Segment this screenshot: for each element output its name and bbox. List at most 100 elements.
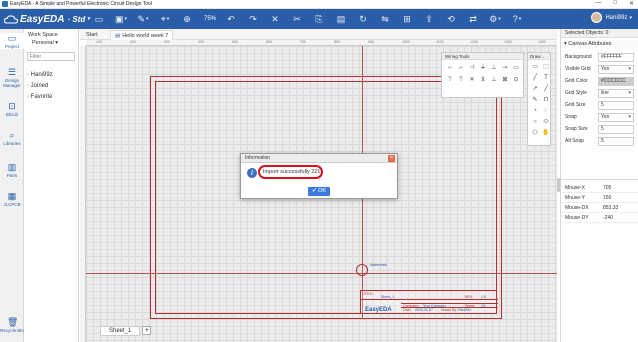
ruler-tick-label: 200 [130,40,136,44]
share-icon[interactable]: ⇄ [466,12,480,26]
wiring-tool-icon[interactable]: ⊥ [489,63,499,74]
ruler-tick-label: 400 [198,40,204,44]
wiring-tool-icon[interactable]: ⌐ [456,63,466,74]
drawing-tool-icon[interactable]: T [541,73,551,83]
settings-icon[interactable]: ⚙ ▾ [488,12,502,26]
property-select[interactable]: line [598,89,634,98]
wiring-tool-icon[interactable]: ⌐ [445,63,455,74]
delete-icon[interactable]: ✕ [268,12,282,26]
drawing-tool-icon[interactable]: ╱ [541,84,551,94]
mouse-readout-value: 150 [603,195,612,201]
rail-item-jlcpcb[interactable]: ▦ JLCPCB [0,191,24,207]
mouse-readout-label: Mouse-Y [565,195,586,201]
wiring-tool-icon[interactable]: ✕ [467,75,477,86]
redo-icon[interactable]: ↷ [246,12,260,26]
list-item[interactable]: › Favorite [27,94,53,100]
copy-icon[interactable]: ⎘ [312,12,326,26]
rail-item-project[interactable]: ▭ Project [0,33,24,49]
export-icon[interactable]: ⇪ [422,12,436,26]
sheet-tab[interactable]: Sheet_1 [100,325,141,336]
property-select[interactable]: Yes [598,65,634,74]
rail-item-libraries[interactable]: ⌕ Libraries [0,130,24,146]
drawing-tool-icon[interactable]: ◔ [530,106,540,116]
wiring-tool-icon[interactable]: ⊠ [500,75,510,86]
drawing-tool-icon[interactable]: ⬚ [541,62,551,72]
dialog-title: Information [245,155,271,161]
bom-icon[interactable]: ⊞ [400,12,414,26]
section-title: Canvas Attributes [568,41,612,47]
help-icon[interactable]: ? ▾ [510,12,524,26]
canvas-attributes-section[interactable]: ▾ Canvas Attributes [561,40,638,48]
property-row: Grid Color #CCCCCC [561,76,638,87]
folder-icon: ▭ [7,33,17,43]
rotate-icon[interactable]: ↻ [356,12,370,26]
location-icon[interactable]: ⌖ ▾ [158,12,172,26]
drawing-tool-icon[interactable]: ○ [530,117,540,127]
rail-item-parts[interactable]: ▥ Parts [0,162,24,178]
zoom-icon[interactable]: ⊕ [180,12,194,26]
pencil-icon[interactable]: ✎ ▾ [136,12,150,26]
drawing-tool-icon[interactable]: ✋ [541,128,551,138]
drawing-tool-icon[interactable]: ⬭ [541,117,551,127]
wiring-tool-icon[interactable]: ⏚ [478,63,488,74]
brand-logo[interactable]: EasyEDA · Std ▾ [4,14,90,25]
property-select[interactable]: Yes [598,113,634,122]
info-icon: i [247,168,257,178]
wiring-tool-icon[interactable]: ⊤ [445,75,455,86]
drawing-tool-icon[interactable]: ⬡ [530,128,540,138]
drawing-tool-icon[interactable]: ⊓ [541,95,551,105]
close-window-button[interactable]: ✕ [629,0,634,7]
ruler-tick-label: 700 [300,40,306,44]
filter-input[interactable] [27,52,75,61]
paste-icon[interactable]: ▤ [334,12,348,26]
date-label: Date: [403,308,412,312]
wiring-tool-icon[interactable]: ⊣ [467,63,477,74]
ok-button[interactable]: ✔ OK [308,187,330,196]
property-input[interactable]: #FFFFFF [598,53,634,62]
wiring-tool-icon[interactable]: ▭ [511,63,521,74]
wiring-tool-icon[interactable]: ⊻ [478,75,488,86]
property-input[interactable]: 5 [598,137,634,146]
left-rail: ▭ Project ☰ Design Manager ⊡ EELib ⌕ Lib… [0,29,24,342]
chevron-right-icon: › [27,94,29,100]
folder-icon[interactable]: ▭ [92,12,106,26]
flip-icon[interactable]: ⇋ [378,12,392,26]
wiring-tool-icon[interactable]: ⊙ [511,75,521,86]
drawing-tools-palette[interactable]: Draw... ▭ ⬚ ╱ T ↗ ╱ ✎ ⊓ ◔ ◌ ○ ⬭ ⬡ ✋ [527,52,551,146]
minimize-button[interactable]: — [595,0,601,7]
drawing-tool-icon[interactable]: ↗ [530,84,540,94]
drawing-tool-icon[interactable]: ▭ [530,62,540,72]
tab-hello-world[interactable]: ▤ Hello world week 7 [110,30,174,40]
wiring-tools-palette[interactable]: Wiring Tools ⌐ ⌐ ⊣ ⏚ ⊥ ⊸ ▭ ⊤ ⊤ ✕ ⊻ ⊥ ⊠ ⊙ [441,52,524,98]
zoom-level[interactable]: 75% [204,16,216,22]
list-item[interactable]: › Hani99z [27,72,53,78]
cut-icon[interactable]: ✂ [290,12,304,26]
rail-item-eelib[interactable]: ⊡ EELib [0,101,24,117]
drawing-tool-icon[interactable]: ✎ [530,95,540,105]
undo-icon[interactable]: ↶ [224,12,238,26]
drawing-tool-icon[interactable]: ◌ [541,106,551,116]
ruler-tick-label: 500 [232,40,238,44]
avatar [591,12,603,23]
save-icon[interactable]: ▣ ▾ [114,12,128,26]
history-icon[interactable]: ⟲ [444,12,458,26]
property-input[interactable]: 5 [598,101,634,110]
properties-panel: Selected Objects: 0 ▾ Canvas Attributes … [560,29,638,342]
title-block[interactable]: TITLE: Sheet_1 REV: 1.0 Company: Your Co… [360,290,498,314]
maximize-button[interactable]: □ [613,0,617,7]
wiring-tool-icon[interactable]: ⊥ [489,75,499,86]
user-menu[interactable]: Hani99z ▾ [591,12,632,23]
wiring-tool-icon[interactable]: ⊸ [500,63,510,74]
add-sheet-button[interactable]: + [142,326,152,335]
list-item[interactable]: › Joined [27,83,53,89]
wiring-tool-icon[interactable]: ⊤ [456,75,466,86]
tab-start[interactable]: Start [82,30,102,40]
rail-item-design-manager[interactable]: ☰ Design Manager [0,67,24,88]
workspace-dropdown[interactable]: Personal ▾ [32,40,58,46]
property-input[interactable]: #CCCCCC [598,77,634,86]
drawing-tool-icon[interactable]: ╱ [530,73,540,83]
dialog-close-button[interactable]: ✕ [388,155,395,162]
rail-item-recycle-bin[interactable]: 🗑 Recycle Bin [0,317,24,333]
property-input[interactable]: 5 [598,125,634,134]
property-label: Grid Color [565,78,588,84]
